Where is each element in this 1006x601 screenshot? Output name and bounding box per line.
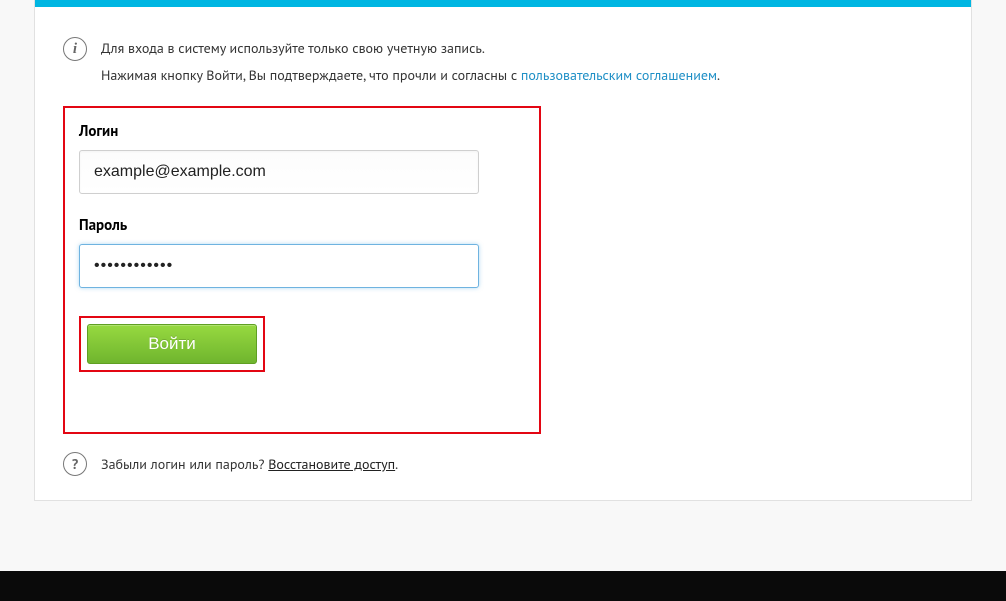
top-accent-bar <box>35 0 971 7</box>
question-icon: ? <box>63 452 87 476</box>
recover-access-link[interactable]: Восстановите доступ <box>268 455 395 473</box>
login-form-highlight: Логин Пароль Войти <box>63 106 541 434</box>
login-button[interactable]: Войти <box>87 324 257 364</box>
info-line-1: Для входа в систему используйте только с… <box>101 35 720 62</box>
password-input[interactable] <box>79 244 479 288</box>
submit-button-highlight: Войти <box>79 316 265 372</box>
content-area: i Для входа в систему используйте только… <box>35 7 971 500</box>
user-agreement-link[interactable]: пользовательским соглашением <box>521 66 717 84</box>
login-input[interactable] <box>79 150 479 194</box>
login-panel: i Для входа в систему используйте только… <box>34 0 972 501</box>
help-text: Забыли логин или пароль? Восстановите до… <box>101 455 398 473</box>
info-block: i Для входа в систему используйте только… <box>63 35 943 88</box>
page-footer <box>0 571 1006 601</box>
info-text: Для входа в систему используйте только с… <box>101 35 720 88</box>
help-block: ? Забыли логин или пароль? Восстановите … <box>63 452 943 476</box>
info-line-2: Нажимая кнопку Войти, Вы подтверждаете, … <box>101 62 720 89</box>
password-label: Пароль <box>79 216 525 235</box>
login-label: Логин <box>79 122 525 141</box>
info-icon: i <box>63 37 87 61</box>
